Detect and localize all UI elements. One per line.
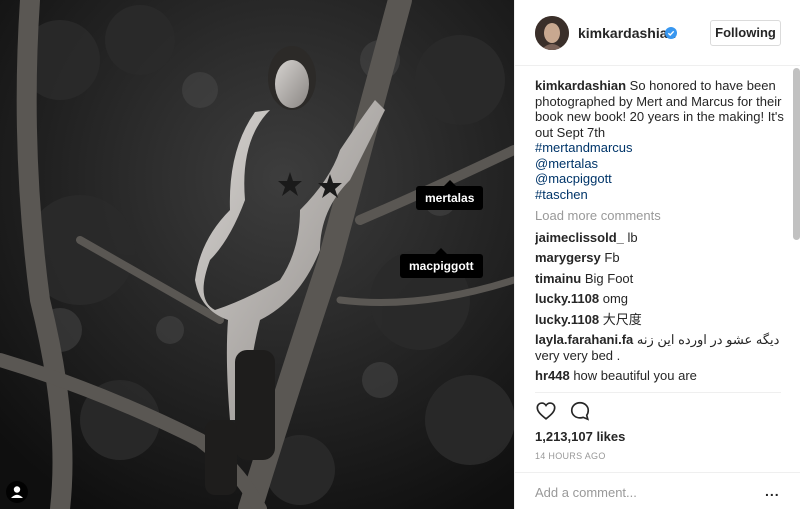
comment-text: omg bbox=[602, 291, 629, 306]
likes-count[interactable]: 1,213,107 likes bbox=[535, 429, 625, 444]
comment-item: timainu Big Foot bbox=[535, 271, 787, 287]
caption-mention[interactable]: @macpiggott bbox=[535, 171, 787, 187]
post-header: kimkardashian Following bbox=[515, 0, 800, 66]
comment-text: Big Foot bbox=[584, 270, 634, 286]
comments-scrollbar[interactable] bbox=[793, 68, 800, 240]
caption-username[interactable]: kimkardashian bbox=[535, 78, 626, 93]
more-options-button[interactable]: ... bbox=[765, 483, 780, 499]
caption: kimkardashian So honored to have been ph… bbox=[535, 78, 787, 202]
comment-text: Fb bbox=[604, 250, 620, 265]
comment-item: marygersy Fb bbox=[535, 250, 787, 266]
user-tag-icon bbox=[11, 486, 23, 498]
avatar[interactable] bbox=[535, 16, 569, 50]
comment-icon[interactable] bbox=[569, 400, 591, 422]
post-side-panel: kimkardashian Following kimkardashian So… bbox=[514, 0, 800, 509]
photo-tag-mertalas[interactable]: mertalas bbox=[416, 180, 484, 210]
photo-tag-macpiggott[interactable]: macpiggott bbox=[400, 248, 483, 278]
comments-list: kimkardashian So honored to have been ph… bbox=[535, 78, 787, 392]
caption-hashtag[interactable]: #mertandmarcus bbox=[535, 140, 787, 156]
post-timestamp[interactable]: 14 HOURS AGO bbox=[535, 451, 606, 461]
comment-item: hr448 how beautiful you are bbox=[535, 368, 787, 384]
following-button[interactable]: Following bbox=[710, 20, 781, 46]
load-more-comments-link[interactable]: Load more comments bbox=[535, 208, 787, 224]
divider bbox=[535, 392, 781, 393]
comment-username[interactable]: lucky.1108 bbox=[535, 291, 599, 306]
post-photo[interactable]: mertalas macpiggott bbox=[0, 0, 514, 509]
comment-text: how beautiful you are bbox=[573, 368, 697, 383]
comment-item: jaimeclissold_ lb bbox=[535, 230, 787, 246]
caption-hashtag[interactable]: #taschen bbox=[535, 187, 787, 203]
add-comment-input[interactable] bbox=[535, 485, 735, 500]
comment-username[interactable]: marygersy bbox=[535, 250, 601, 265]
comment-item: layla.farahani.fa دیگه عشو در اورده این … bbox=[535, 332, 787, 363]
more-icon: ... bbox=[765, 483, 780, 499]
comment-text: lb bbox=[627, 229, 638, 245]
verified-icon bbox=[665, 27, 677, 39]
comment-username[interactable]: timainu bbox=[535, 271, 581, 286]
comment-username[interactable]: jaimeclissold_ bbox=[535, 230, 624, 245]
heart-icon[interactable] bbox=[535, 400, 557, 422]
avatar-image bbox=[535, 16, 569, 50]
caption-mention[interactable]: @mertalas bbox=[535, 156, 787, 172]
user-tag-button[interactable] bbox=[6, 481, 28, 503]
add-comment-row: ... bbox=[515, 472, 800, 509]
comment-item: lucky.1108 大尺度 bbox=[535, 312, 787, 328]
header-username[interactable]: kimkardashian bbox=[578, 25, 676, 41]
comment-text: 大尺度 bbox=[602, 311, 642, 327]
comment-item: lucky.1108 omg bbox=[535, 291, 787, 307]
comment-username[interactable]: lucky.1108 bbox=[535, 312, 599, 327]
comment-username[interactable]: hr448 bbox=[535, 368, 570, 383]
comment-username[interactable]: layla.farahani.fa bbox=[535, 332, 633, 347]
